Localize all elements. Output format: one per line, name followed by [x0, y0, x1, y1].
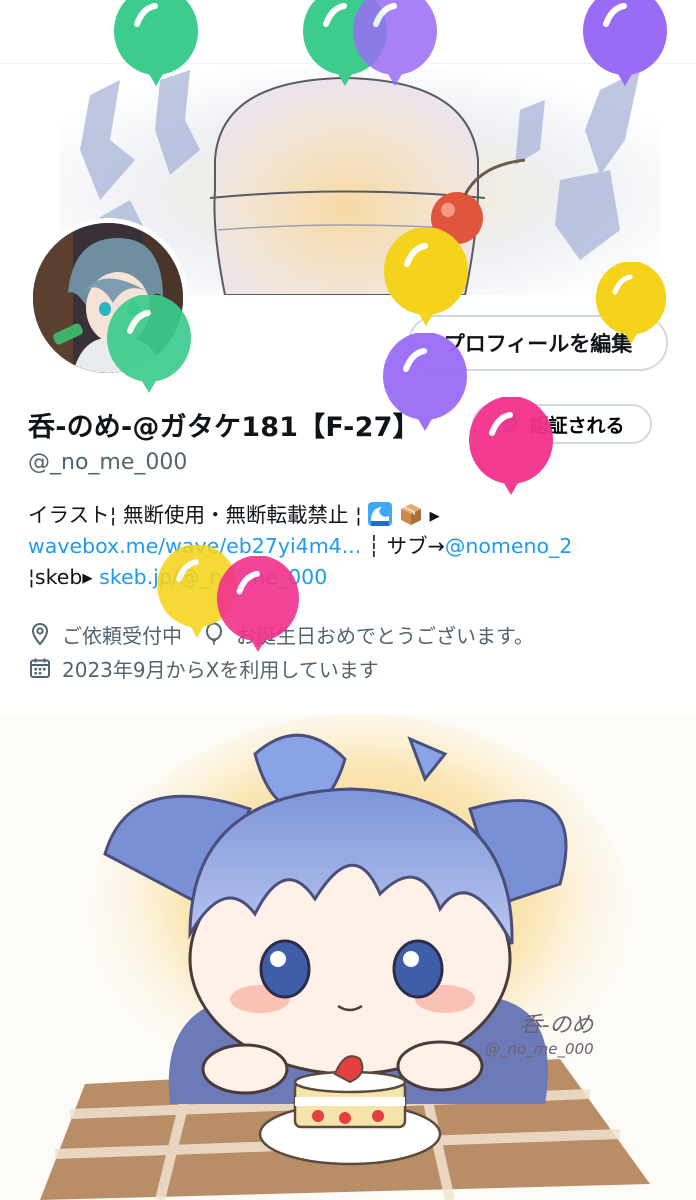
- bio-skeb-label: ¦skeb▸: [28, 565, 100, 589]
- wave-emoji-icon: [368, 502, 393, 526]
- calendar-icon: [30, 658, 50, 678]
- balloon-decoration: [353, 0, 437, 86]
- balloon-decoration: [595, 262, 667, 344]
- balloon-decoration: [384, 228, 468, 326]
- profile-bio: イラスト¦ 無断使用・無断転載禁止 ¦ ▸ wavebox.me/wave/eb…: [28, 500, 668, 593]
- balloon-decoration: [107, 295, 191, 393]
- bio-text: イラスト¦ 無断使用・無断転載禁止 ¦: [28, 503, 369, 527]
- attached-illustration[interactable]: 呑-のめ @_no_me_000: [0, 714, 696, 1200]
- artwork-signature-handle: @_no_me_000: [485, 1040, 594, 1059]
- bio-line-2: wavebox.me/wave/eb27yi4m4... ┆ サブ→@nomen…: [28, 531, 668, 562]
- bio-arrow: ▸: [429, 503, 440, 527]
- bio-line-1: イラスト¦ 無断使用・無断転載禁止 ¦ ▸: [28, 500, 668, 531]
- balloon-decoration: [469, 397, 553, 495]
- profile-handle: @_no_me_000: [28, 450, 188, 475]
- package-emoji-icon: [400, 504, 421, 525]
- display-name: 呑-のめ-@ガタケ181【F-27】: [28, 412, 420, 443]
- meta-row-location-birthday: ご依頼受付中 お誕生日おめでとうございます。: [28, 617, 678, 651]
- bio-sub-label: ┆ サブ→: [361, 534, 445, 558]
- bio-mention-link[interactable]: @nomeno_2: [445, 534, 572, 558]
- balloon-decoration: [114, 0, 198, 86]
- profile-meta: ご依頼受付中 お誕生日おめでとうございます。 2023年9月からXを利用していま…: [28, 617, 678, 685]
- meta-row-joined: 2023年9月からXを利用しています: [28, 651, 678, 685]
- bio-line-3: ¦skeb▸ skeb.jp/@_no_me_000: [28, 562, 668, 593]
- artwork-signature: 呑-のめ: [520, 1013, 594, 1038]
- location-pin-icon: [31, 622, 49, 646]
- balloon-decoration: [216, 556, 300, 652]
- balloon-decoration: [383, 333, 467, 431]
- balloon-decoration: [583, 0, 667, 86]
- section-divider: [0, 700, 696, 714]
- chibi-illustration: 呑-のめ @_no_me_000: [0, 714, 696, 1200]
